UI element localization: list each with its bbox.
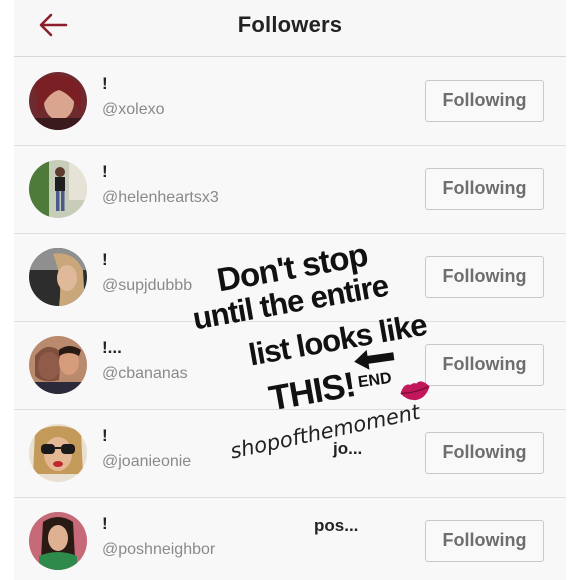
following-button[interactable]: Following — [425, 168, 544, 210]
follower-name: !... — [102, 338, 122, 357]
avatar[interactable] — [29, 160, 87, 218]
list-item[interactable]: ! @helenheartsx3 Following — [14, 146, 566, 234]
follower-handle[interactable]: @supjdubbb — [102, 277, 192, 295]
list-item[interactable]: ! pos... @poshneighbor Following — [14, 498, 566, 580]
follower-handle[interactable]: @xolexo — [102, 101, 165, 119]
follower-name: ! — [102, 514, 108, 533]
follower-extra-text: jo... — [333, 439, 363, 458]
header-bar: Followers — [14, 0, 566, 57]
following-button[interactable]: Following — [425, 520, 544, 562]
page-title: Followers — [237, 12, 343, 37]
follower-name: ! — [102, 162, 108, 181]
list-item[interactable]: ! @supjdubbb Following — [14, 234, 566, 322]
following-button[interactable]: Following — [425, 80, 544, 122]
follower-name: ! — [102, 74, 108, 93]
list-item[interactable]: ! @xolexo Following — [14, 58, 566, 146]
avatar[interactable] — [29, 512, 87, 570]
avatar[interactable] — [29, 336, 87, 394]
following-button[interactable]: Following — [425, 256, 544, 298]
avatar[interactable] — [29, 248, 87, 306]
follower-handle[interactable]: @cbananas — [102, 365, 188, 383]
followers-list: ! @xolexo Following ! @helenheartsx3 Fol… — [14, 58, 566, 580]
follower-handle[interactable]: @joanieonie — [102, 453, 191, 471]
following-button[interactable]: Following — [425, 344, 544, 386]
follower-handle[interactable]: @helenheartsx3 — [102, 189, 219, 207]
follower-name: ! — [102, 250, 108, 269]
list-item[interactable]: !... @cbananas Following — [14, 322, 566, 410]
avatar[interactable] — [29, 424, 87, 482]
follower-extra-text: pos... — [314, 516, 359, 535]
app-screen: Followers ! @xolexo Following ! @helenhe… — [14, 0, 566, 580]
follower-handle[interactable]: @poshneighbor — [102, 541, 215, 559]
follower-name: ! — [102, 426, 108, 445]
following-button[interactable]: Following — [425, 432, 544, 474]
list-item[interactable]: ! jo... @joanieonie Following — [14, 410, 566, 498]
avatar[interactable] — [29, 72, 87, 130]
